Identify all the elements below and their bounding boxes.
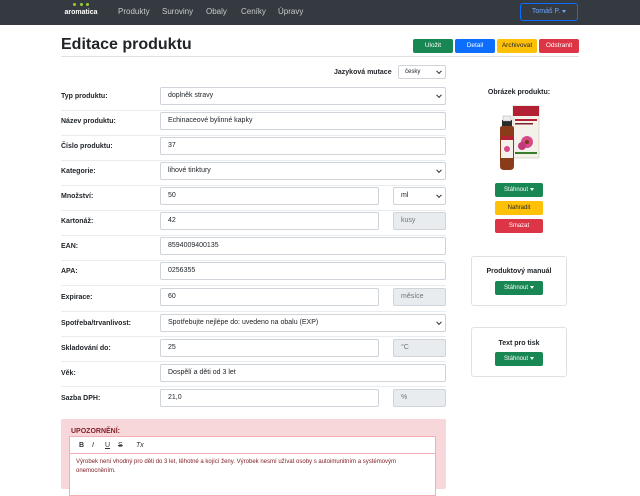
storage-input[interactable]: 25 [160,339,379,357]
user-menu-button[interactable]: Tomáš P. [520,3,578,21]
row-divider [61,135,446,136]
age-input[interactable]: Dospělí a děti od 3 let [160,364,446,382]
image-delete-button[interactable]: Smazat [495,219,543,233]
save-button[interactable]: Uložit [413,39,453,53]
warning-editor[interactable]: B I U S Tx Výrobek není vhodný pro děti … [69,436,436,496]
manual-download-button[interactable]: Stáhnout [495,281,543,295]
carton-label: Kartonáž: [61,218,94,225]
row-divider [61,311,446,312]
warning-panel: UPOZORNĚNÍ: B I U S Tx Výrobek není vhod… [61,419,446,496]
chevron-down-icon [436,92,442,99]
quantity-unit-value: ml [401,192,409,199]
manual-download-label: Stáhnout [503,285,529,291]
vat-label: Sazba DPH: [61,395,101,402]
image-replace-button[interactable]: Nahradit [495,201,543,215]
number-label: Číslo produktu: [61,143,113,150]
name-label: Název produktu: [61,118,116,125]
chevron-down-icon [436,68,442,75]
expiry-unit: měsíce [393,288,446,306]
expiry-input[interactable]: 60 [160,288,379,306]
name-input[interactable]: Echinaceové bylinné kapky [160,112,446,130]
carton-input[interactable]: 42 [160,212,379,230]
category-label: Kategorie: [61,168,96,175]
nav-item-suroviny[interactable]: Suroviny [162,7,193,17]
apa-label: APA: [61,268,78,275]
nav-item-upravy[interactable]: Úpravy [278,7,303,17]
quantity-label: Množství: [61,193,94,200]
type-label: Typ produktu: [61,93,108,100]
row-divider [61,361,446,362]
image-download-button[interactable]: Stáhnout [495,183,543,197]
image-title: Obrázek produktu: [487,89,551,96]
warning-text[interactable]: Výrobek není vhodný pro děti do 3 let, t… [70,454,435,479]
nav-item-obaly[interactable]: Obaly [206,7,227,17]
clear-format-button[interactable]: Tx [136,441,144,450]
storage-label: Skladování do: [61,345,111,352]
row-divider [61,185,446,186]
italic-button[interactable]: I [92,441,94,450]
warning-title: UPOZORNĚNÍ: [71,428,120,435]
row-divider [61,386,446,387]
row-divider [61,160,446,161]
consume-value: Spotřebujte nejlépe do: uvedeno na obalu… [168,319,319,326]
editor-toolbar: B I U S Tx [70,437,435,454]
nav-item-produkty[interactable]: Produkty [118,7,150,17]
image-download-label: Stáhnout [503,187,529,193]
title-divider [61,56,579,57]
print-text-download-label: Stáhnout [503,356,529,362]
ean-input[interactable]: 8594009400135 [160,237,446,255]
ean-label: EAN: [61,243,79,250]
print-text-download-button[interactable]: Stáhnout [495,352,543,366]
manual-title: Produktový manuál [486,268,552,275]
page-title: Editace produktu [61,36,192,53]
category-value: lihové tinktury [168,167,211,174]
row-divider [61,210,446,211]
quantity-input[interactable]: 50 [160,187,379,205]
expiry-label: Expirace: [61,294,93,301]
print-text-title: Text pro tisk [498,340,540,347]
brand-logo[interactable]: aromatica [62,6,100,20]
delete-button[interactable]: Odstranit [539,39,579,53]
row-divider [61,260,446,261]
vat-unit: % [393,389,446,407]
underline-button[interactable]: U [105,441,110,450]
chevron-down-icon [436,319,442,326]
language-label: Jazyková mutace [334,69,392,76]
top-navbar: aromatica Produkty Suroviny Obaly Ceníky… [0,0,640,25]
carton-unit: kusy [393,212,446,230]
vat-input[interactable]: 21,0 [160,389,379,407]
language-select[interactable]: česky [398,65,446,79]
quantity-unit-select[interactable]: ml [393,187,446,205]
row-divider [61,336,446,337]
caret-down-icon [530,356,535,360]
chevron-down-icon [436,192,442,199]
nav-item-ceniky[interactable]: Ceníky [241,7,266,17]
caret-down-icon [562,9,567,13]
type-value: doplněk stravy [168,92,214,99]
consume-select[interactable]: Spotřebujte nejlépe do: uvedeno na obalu… [160,314,446,332]
row-divider [61,110,446,111]
archive-button[interactable]: Archivovat [497,39,537,53]
strikethrough-button[interactable]: S [118,441,123,450]
chevron-down-icon [436,167,442,174]
age-label: Věk: [61,370,76,377]
user-name: Tomáš P. [531,8,561,15]
row-divider [61,285,446,286]
product-image [500,105,540,170]
detail-button[interactable]: Detail [455,39,495,53]
apa-input[interactable]: 0256355 [160,262,446,280]
bold-button[interactable]: B [79,441,84,450]
category-select[interactable]: lihové tinktury [160,162,446,180]
caret-down-icon [530,187,535,191]
number-input[interactable]: 37 [160,137,446,155]
consume-label: Spotřeba/trvanlivost: [61,320,132,327]
caret-down-icon [530,285,535,289]
row-divider [61,235,446,236]
storage-unit: °C [393,339,446,357]
type-select[interactable]: doplněk stravy [160,87,446,105]
language-value: česky [405,69,421,75]
